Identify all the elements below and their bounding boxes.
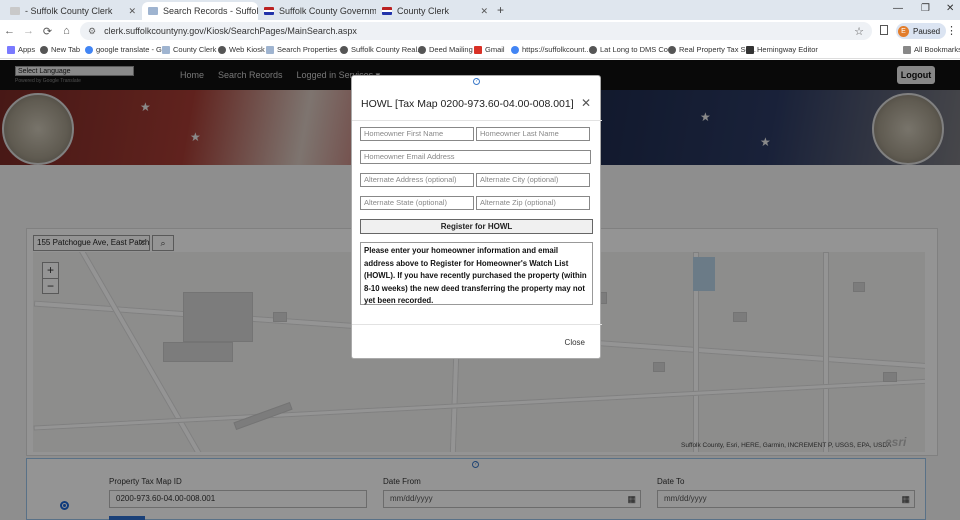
modal-close-icon[interactable]: ✕: [581, 96, 591, 110]
folder-icon: [903, 45, 911, 54]
google-icon: [511, 45, 519, 54]
bookmark-item[interactable]: Hemingway Editor: [746, 45, 818, 54]
browser-tab[interactable]: Suffolk County Government > I ✕: [258, 2, 376, 20]
bookmark-item[interactable]: google translate - G...: [85, 45, 168, 54]
help-icon[interactable]: ?: [473, 78, 480, 85]
minimize-icon[interactable]: —: [893, 3, 903, 14]
tab-label: Suffolk County Government > I: [279, 6, 376, 16]
page-icon: [162, 45, 170, 54]
bookmark-item[interactable]: Apps: [7, 45, 35, 54]
bookmark-item[interactable]: New Tab: [40, 45, 80, 54]
divider: [352, 120, 602, 121]
url-text: clerk.suffolkcountyny.gov/Kiosk/SearchPa…: [104, 26, 357, 36]
new-tab-icon[interactable]: +: [497, 3, 504, 17]
tab-label: Search Records - Suffolk County: [163, 6, 258, 16]
gmail-icon: [474, 45, 482, 54]
home-icon[interactable]: ⌂: [57, 25, 76, 37]
globe-icon: [589, 45, 597, 54]
close-tab-icon[interactable]: ✕: [480, 6, 488, 17]
divider: [352, 324, 602, 325]
bookmark-item[interactable]: Search Properties -...: [266, 45, 348, 54]
email-field[interactable]: Homeowner Email Address: [360, 150, 591, 164]
bookmark-item[interactable]: Suffolk County Real...: [340, 45, 423, 54]
first-name-field[interactable]: Homeowner First Name: [360, 127, 474, 141]
last-name-field[interactable]: Homeowner Last Name: [476, 127, 590, 141]
avatar: E: [898, 25, 909, 37]
profile-button[interactable]: E Paused: [896, 23, 947, 39]
bookmark-item[interactable]: Gmail: [474, 45, 505, 54]
bookmark-item[interactable]: County Clerk: [162, 45, 216, 54]
side-panel-icon[interactable]: [880, 25, 888, 35]
site-info-icon[interactable]: ⚙: [88, 26, 96, 37]
us-flag-icon: [382, 7, 392, 15]
globe-icon: [40, 45, 48, 54]
google-icon: [85, 45, 93, 54]
all-bookmarks[interactable]: All Bookmarks: [903, 45, 960, 54]
bookmark-item[interactable]: Web Kiosk: [218, 45, 265, 54]
bookmarks-bar: Apps New Tab google translate - G... Cou…: [0, 42, 960, 59]
us-flag-icon: [264, 7, 274, 15]
globe-icon: [340, 45, 348, 54]
globe-icon: [668, 45, 676, 54]
favicon-icon: [148, 7, 158, 15]
alt-zip-field[interactable]: Alternate Zip (optional): [476, 196, 590, 210]
browser-tab-active[interactable]: Search Records - Suffolk County ✕: [142, 2, 258, 20]
modal-title: HOWL [Tax Map 0200-973.60-04.00-008.001]: [361, 98, 574, 110]
bookmark-item[interactable]: Real Property Tax Se...: [668, 45, 756, 54]
bookmark-item[interactable]: Lat Long to DMS Co...: [589, 45, 674, 54]
address-bar: ← → ⟳ ⌂ ⚙ clerk.suffolkcountyny.gov/Kios…: [0, 20, 960, 42]
alt-city-field[interactable]: Alternate City (optional): [476, 173, 590, 187]
url-field[interactable]: ⚙ clerk.suffolkcountyny.gov/Kiosk/Search…: [80, 22, 872, 40]
globe-icon: [218, 45, 226, 54]
back-icon[interactable]: ←: [0, 25, 19, 37]
close-tab-icon[interactable]: ✕: [128, 6, 136, 17]
browser-tab[interactable]: County Clerk ✕: [376, 2, 494, 20]
reload-icon[interactable]: ⟳: [38, 25, 57, 38]
howl-modal: ? HOWL [Tax Map 0200-973.60-04.00-008.00…: [351, 75, 602, 359]
alt-address-field[interactable]: Alternate Address (optional): [360, 173, 474, 187]
menu-icon[interactable]: ⋮: [946, 24, 957, 37]
forward-icon[interactable]: →: [19, 25, 38, 37]
favicon-icon: [10, 7, 20, 15]
restore-icon[interactable]: ❐: [921, 3, 930, 14]
tab-label: - Suffolk County Clerk: [25, 6, 113, 16]
close-button[interactable]: Close: [565, 338, 585, 347]
apps-icon: [7, 45, 15, 54]
hemingway-icon: [746, 45, 754, 54]
window-close-icon[interactable]: ✕: [946, 3, 954, 14]
bookmark-item[interactable]: https://suffolkcount...: [511, 45, 591, 54]
register-howl-button[interactable]: Register for HOWL: [360, 219, 593, 234]
alt-state-field[interactable]: Alternate State (optional): [360, 196, 474, 210]
page-icon: [266, 45, 274, 54]
howl-info-textarea[interactable]: Please enter your homeowner information …: [360, 242, 593, 305]
bookmark-item[interactable]: Deed Mailing: [418, 45, 473, 54]
profile-status: Paused: [913, 26, 941, 36]
browser-tab[interactable]: - Suffolk County Clerk ✕: [4, 2, 142, 20]
globe-icon: [418, 45, 426, 54]
bookmark-star-icon[interactable]: ☆: [854, 25, 864, 38]
tab-label: County Clerk: [397, 6, 450, 16]
browser-tabstrip: - Suffolk County Clerk ✕ Search Records …: [0, 0, 960, 20]
